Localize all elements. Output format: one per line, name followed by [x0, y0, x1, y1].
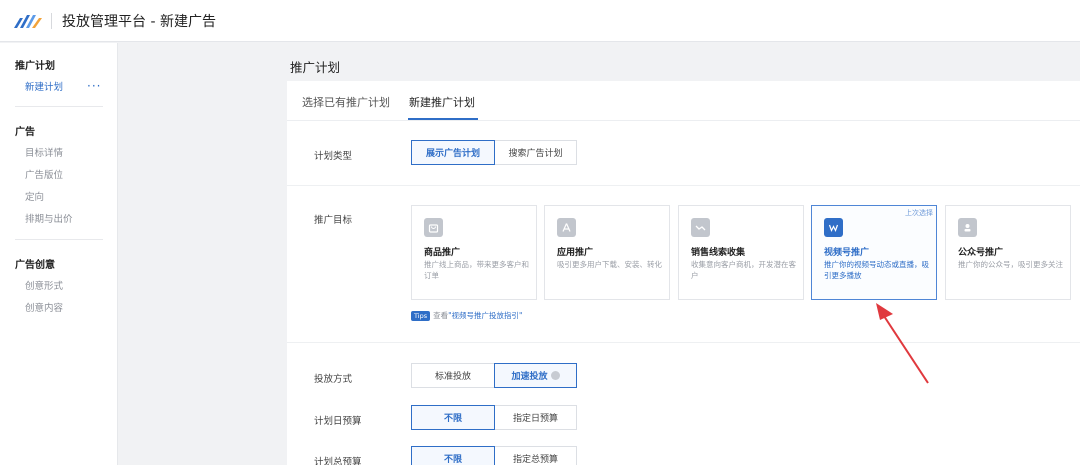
platform-logo-icon [14, 15, 42, 28]
delivery-standard-button[interactable]: 标准投放 [411, 363, 495, 388]
row-divider [287, 185, 1080, 186]
sidebar-item-new-plan[interactable]: 新建计划 [25, 79, 63, 93]
daily-budget-unlimited-button[interactable]: 不限 [411, 405, 495, 430]
last-selected-badge: 上次选择 [905, 209, 933, 217]
sidebar-head-plan: 推广计划 [15, 61, 55, 72]
goal-card-official-account[interactable]: 公众号推广 推广你的公众号，吸引更多关注 [945, 205, 1071, 300]
tips-badge: Tips [411, 310, 431, 321]
sidebar-item-creative-content[interactable]: 创意内容 [25, 300, 63, 314]
goal-card-title: 视频号推广 [824, 248, 870, 258]
more-icon[interactable]: ··· [87, 79, 101, 93]
goal-card-desc: 推广你的公众号，吸引更多关注 [958, 260, 1063, 269]
delivery-label: 投放方式 [314, 374, 353, 385]
goal-card-title: 销售线索收集 [691, 248, 746, 258]
tips-guide-link[interactable]: "视频号推广投放指引" [448, 310, 522, 321]
video-channel-icon [824, 218, 843, 237]
sidebar-divider [15, 106, 103, 107]
goal-card-product[interactable]: 商品推广 推广线上商品，带来更多客户和订单 [411, 205, 537, 300]
main-gutter [119, 43, 287, 465]
shopping-bag-icon [424, 218, 443, 237]
total-budget-label: 计划总预算 [314, 457, 362, 465]
goal-card-desc: 吸引更多用户下载、安装、转化 [557, 260, 662, 269]
tab-existing-plan[interactable]: 选择已有推广计划 [302, 94, 390, 110]
info-icon[interactable] [550, 371, 560, 380]
section-title: 推广计划 [290, 60, 341, 75]
sidebar-item-creative-format[interactable]: 创意形式 [25, 278, 63, 292]
goal-card-leads[interactable]: 销售线索收集 收集意向客户商机，开发潜在客户 [678, 205, 804, 300]
goal-card-title: 公众号推广 [958, 248, 1004, 258]
sidebar-item-schedule-bid[interactable]: 排期与出价 [25, 211, 73, 225]
sidebar: 推广计划 新建计划 ··· 广告 目标详情 广告版位 定向 排期与出价 广告创意… [0, 43, 118, 465]
goal-card-title: 商品推广 [424, 248, 461, 258]
total-budget-specify-button[interactable]: 指定总预算 [494, 446, 577, 465]
daily-budget-specify-button[interactable]: 指定日预算 [494, 405, 577, 430]
header-divider [51, 13, 52, 29]
sidebar-item-placement[interactable]: 广告版位 [25, 167, 63, 181]
goal-card-app[interactable]: 应用推广 吸引更多用户下载、安装、转化 [544, 205, 670, 300]
page-title: 投放管理平台 - 新建广告 [62, 14, 216, 30]
active-tab-indicator [408, 118, 478, 120]
sidebar-item-targeting[interactable]: 定向 [25, 189, 44, 203]
app-store-icon [557, 218, 576, 237]
goal-card-title: 应用推广 [557, 248, 594, 258]
goal-card-desc: 收集意向客户商机，开发潜在客户 [691, 260, 796, 280]
top-bar: 投放管理平台 - 新建广告 [0, 0, 1080, 42]
delivery-accelerated-button[interactable]: 加速投放 [494, 363, 577, 388]
sidebar-head-ad: 广告 [15, 127, 35, 138]
main-content: 推广计划 选择已有推广计划 新建推广计划 计划类型 展示广告计划 搜索广告计划 … [287, 43, 1080, 465]
account-icon [958, 218, 977, 237]
chart-trend-icon [691, 218, 710, 237]
total-budget-unlimited-button[interactable]: 不限 [411, 446, 495, 465]
goal-label: 推广目标 [314, 215, 353, 226]
goal-card-video-channel[interactable]: 上次选择 视频号推广 推广你的视频号动态或直播，吸引更多播放 [811, 205, 937, 300]
daily-budget-label: 计划日预算 [314, 416, 362, 427]
sidebar-head-creative: 广告创意 [15, 260, 55, 271]
tab-bar: 选择已有推广计划 新建推广计划 [287, 81, 1080, 121]
plan-card: 选择已有推广计划 新建推广计划 计划类型 展示广告计划 搜索广告计划 推广目标 … [287, 81, 1080, 465]
delivery-accelerated-label: 加速投放 [511, 372, 548, 382]
plan-type-search-button[interactable]: 搜索广告计划 [494, 140, 577, 165]
goal-card-desc: 推广线上商品，带来更多客户和订单 [424, 260, 529, 280]
goal-card-desc: 推广你的视频号动态或直播，吸引更多播放 [824, 260, 929, 280]
sidebar-divider [15, 239, 103, 240]
sidebar-item-target-detail[interactable]: 目标详情 [25, 145, 63, 159]
tips-text: 查看 [433, 311, 449, 320]
plan-type-display-button[interactable]: 展示广告计划 [411, 140, 495, 165]
row-divider [287, 342, 1080, 343]
tips-line: Tips 查看 "视频号推广投放指引" [411, 310, 523, 321]
tab-new-plan[interactable]: 新建推广计划 [409, 94, 475, 110]
plan-type-label: 计划类型 [314, 151, 353, 162]
